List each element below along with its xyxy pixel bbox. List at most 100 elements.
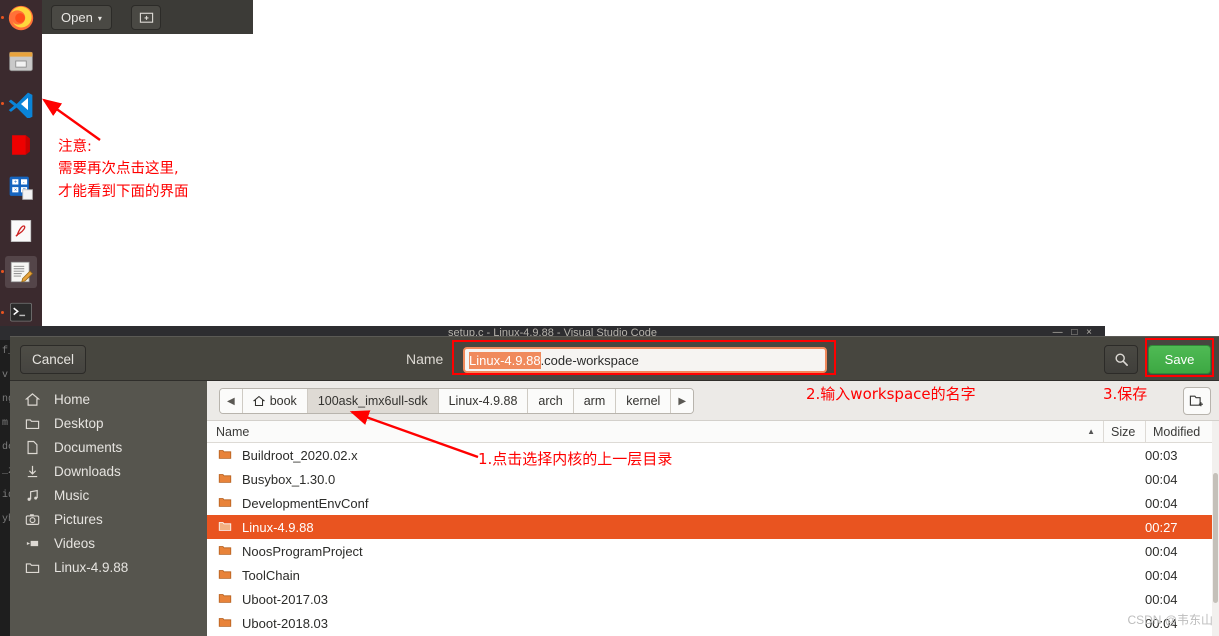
breadcrumb-prev-button[interactable]: ◀ — [220, 389, 243, 413]
breadcrumb-item-linux[interactable]: Linux-4.9.88 — [438, 389, 529, 413]
file-modified: 00:03 — [1145, 447, 1178, 463]
running-indicator — [1, 16, 4, 19]
launcher-item-document-viewer[interactable] — [5, 215, 37, 247]
place-label: Desktop — [54, 415, 104, 431]
search-icon — [1114, 353, 1128, 366]
filename-label: Name — [406, 351, 444, 367]
place-item-videos[interactable]: Videos — [10, 531, 207, 555]
new-folder-icon — [1189, 395, 1203, 407]
table-row[interactable]: Buildroot_2020.02.x 00:03 — [207, 443, 1219, 467]
search-button[interactable] — [1104, 345, 1138, 374]
file-name: Buildroot_2020.02.x — [242, 447, 358, 463]
desktop-background — [42, 0, 1219, 330]
instruction-note: 注意: 需要再次点击这里, 才能看到下面的界面 — [58, 139, 189, 200]
folder-icon — [218, 591, 234, 608]
launcher-item-vscode[interactable] — [5, 88, 37, 120]
launcher-item-text-editor[interactable] — [5, 256, 37, 288]
table-row[interactable]: NoosProgramProject 00:04 — [207, 539, 1219, 563]
launcher-item-firefox[interactable] — [5, 2, 37, 34]
file-browser-pane: ◀ book 100ask_imx6ull-sdk Linux-4.9.88 a… — [207, 381, 1219, 636]
file-name: DevelopmentEnvConf — [242, 495, 369, 511]
svg-text:+: + — [14, 180, 17, 186]
running-indicator — [1, 270, 4, 273]
table-row[interactable]: Busybox_1.30.0 00:04 — [207, 467, 1219, 491]
table-row[interactable]: DevelopmentEnvConf 00:04 — [207, 491, 1219, 515]
folder-icon — [24, 560, 40, 575]
breadcrumb-item-arm[interactable]: arm — [573, 389, 617, 413]
calculator-icon: + - × = — [9, 176, 33, 200]
column-header-name[interactable]: Name ▲ — [207, 425, 1103, 439]
launcher-item-calculator[interactable]: + - × = — [5, 172, 37, 204]
dialog-body: Home Desktop Documents Downloads Music P… — [10, 381, 1219, 636]
running-indicator — [1, 311, 4, 314]
place-item-linux-kernel[interactable]: Linux-4.9.88 — [10, 555, 207, 579]
breadcrumb-item-book[interactable]: book — [242, 389, 308, 413]
place-item-pictures[interactable]: Pictures — [10, 507, 207, 531]
file-list: Buildroot_2020.02.x 00:03 Busybox_1.30.0… — [207, 443, 1219, 636]
video-icon — [24, 536, 40, 551]
place-item-home[interactable]: Home — [10, 387, 207, 411]
folder-icon — [218, 519, 234, 536]
launcher-item-red-app[interactable] — [5, 129, 37, 161]
red-app-icon — [12, 135, 30, 155]
table-row[interactable]: Uboot-2018.03 00:04 — [207, 611, 1219, 635]
firefox-icon — [8, 5, 34, 31]
music-icon — [24, 488, 40, 503]
breadcrumb-label: 100ask_imx6ull-sdk — [317, 394, 428, 408]
open-button-label: Open — [61, 10, 93, 25]
chevron-down-icon: ▾ — [97, 14, 102, 23]
running-indicator — [1, 102, 4, 105]
file-modified: 00:04 — [1145, 615, 1178, 631]
new-folder-button[interactable] — [1183, 387, 1211, 415]
table-row[interactable]: Uboot-2017.03 00:04 — [207, 587, 1219, 611]
folder-icon — [218, 615, 234, 632]
file-list-header: Name ▲ Size Modified — [207, 421, 1219, 443]
document-icon — [24, 440, 40, 455]
file-name: Uboot-2018.03 — [242, 615, 329, 631]
ubuntu-launcher: + - × = — [0, 0, 42, 330]
breadcrumb: ◀ book 100ask_imx6ull-sdk Linux-4.9.88 a… — [219, 388, 695, 414]
save-button[interactable]: Save — [1148, 345, 1211, 374]
launcher-item-archive-manager[interactable] — [5, 45, 37, 77]
place-item-documents[interactable]: Documents — [10, 435, 207, 459]
breadcrumb-item-kernel[interactable]: kernel — [616, 389, 672, 413]
table-row[interactable]: ToolChain 00:04 — [207, 563, 1219, 587]
places-sidebar: Home Desktop Documents Downloads Music P… — [10, 381, 207, 636]
table-row[interactable]: Linux-4.9.88 00:27 — [207, 515, 1219, 539]
column-header-size[interactable]: Size — [1103, 421, 1145, 442]
place-label: Downloads — [54, 463, 121, 479]
place-label: Videos — [54, 535, 96, 551]
breadcrumb-label: arch — [538, 394, 563, 408]
folder-icon — [218, 471, 234, 488]
place-label: Pictures — [54, 511, 103, 527]
home-icon — [252, 395, 265, 407]
vscode-icon — [8, 92, 33, 118]
cancel-button[interactable]: Cancel — [20, 345, 86, 374]
place-item-downloads[interactable]: Downloads — [10, 459, 207, 483]
file-name: Busybox_1.30.0 — [242, 471, 336, 487]
place-item-desktop[interactable]: Desktop — [10, 411, 207, 435]
scrollbar-thumb[interactable] — [1213, 473, 1218, 603]
breadcrumb-next-button[interactable]: ▶ — [671, 389, 694, 413]
file-modified: 00:04 — [1145, 495, 1178, 511]
svg-text:-: - — [23, 180, 25, 186]
launcher-item-terminal[interactable] — [5, 297, 37, 329]
filename-input[interactable]: Linux-4.9.88 .code-workspace — [463, 347, 827, 373]
folder-icon — [218, 567, 234, 584]
breadcrumb-label: Linux-4.9.88 — [448, 394, 518, 408]
breadcrumb-item-sdk[interactable]: 100ask_imx6ull-sdk — [307, 389, 439, 413]
place-item-music[interactable]: Music — [10, 483, 207, 507]
camera-icon — [24, 512, 40, 527]
column-header-name-label: Name — [216, 424, 250, 439]
breadcrumb-item-arch[interactable]: arch — [528, 389, 574, 413]
folder-icon — [24, 416, 40, 431]
sort-ascending-icon: ▲ — [1087, 427, 1095, 436]
new-window-button[interactable] — [131, 5, 161, 30]
file-name: ToolChain — [242, 567, 300, 583]
column-header-modified[interactable]: Modified — [1145, 421, 1219, 442]
filename-selected-text: Linux-4.9.88 — [469, 351, 541, 369]
folder-icon — [218, 447, 234, 464]
open-button[interactable]: Open ▾ — [51, 5, 112, 30]
vertical-scrollbar[interactable] — [1212, 421, 1219, 636]
file-modified: 00:04 — [1145, 543, 1178, 559]
